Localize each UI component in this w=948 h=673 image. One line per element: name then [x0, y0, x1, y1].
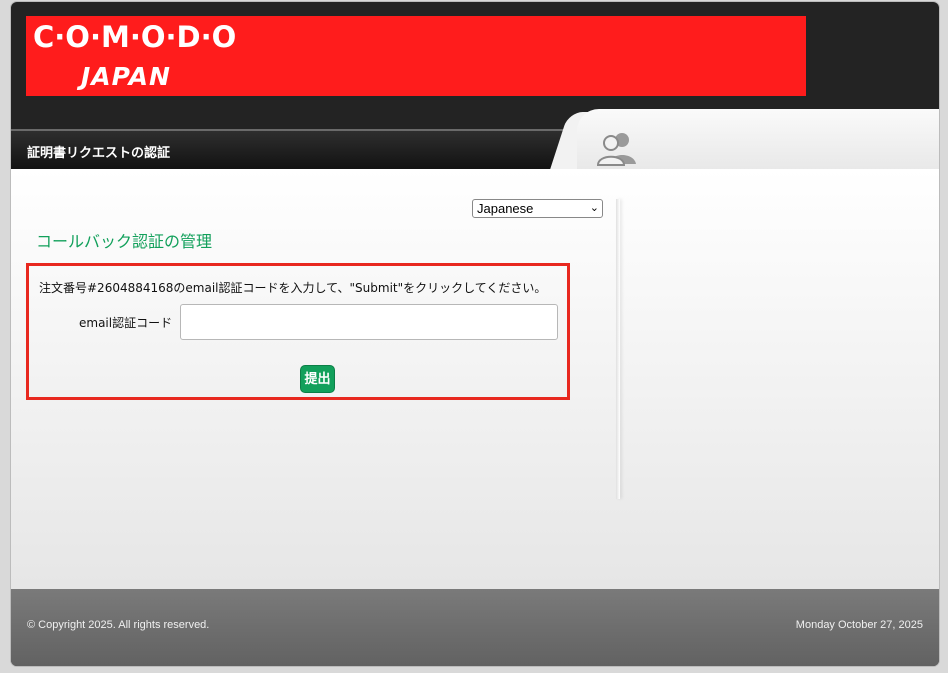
footer: © Copyright 2025. All rights reserved. M… — [11, 589, 939, 666]
copyright-text: © Copyright 2025. All rights reserved. — [27, 619, 210, 631]
code-field-label: email認証コード — [79, 316, 173, 330]
current-date: Monday October 27, 2025 — [795, 619, 923, 631]
main-content: Japanese ⌄ コールバック認証の管理 注文番号#2604884168のe… — [11, 169, 939, 589]
page-title-bar: 証明書リクエストの認証 — [11, 129, 571, 171]
logo-subtext: JAPAN — [81, 62, 171, 91]
column-divider — [616, 199, 620, 499]
users-icon — [596, 133, 636, 166]
app-window: C·O·M·O·D·O JAPAN 証明書リクエストの認証 Japanese ⌄… — [11, 2, 939, 666]
chevron-down-icon: ⌄ — [589, 202, 599, 214]
section-title: コールバック認証の管理 — [36, 232, 213, 251]
submit-button[interactable]: 提出 — [300, 365, 335, 393]
verification-form: 注文番号#2604884168のemail認証コードを入力して、"Submit"… — [26, 263, 570, 400]
logo-text: C·O·M·O·D·O — [33, 20, 237, 54]
page-title: 証明書リクエストの認証 — [27, 146, 171, 161]
comodo-logo-banner: C·O·M·O·D·O JAPAN — [26, 16, 806, 96]
language-select-value: Japanese — [477, 201, 534, 216]
language-select[interactable]: Japanese ⌄ — [472, 199, 603, 218]
form-instruction: 注文番号#2604884168のemail認証コードを入力して、"Submit"… — [39, 281, 547, 295]
email-code-input[interactable] — [180, 304, 558, 340]
